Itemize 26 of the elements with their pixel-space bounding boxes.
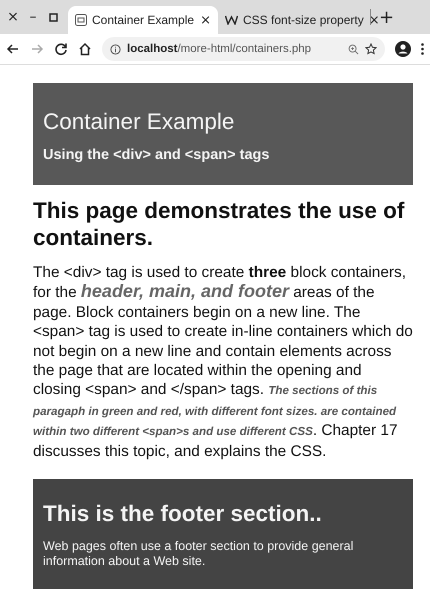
url-text: localhost/more-html/containers.php: [127, 43, 312, 55]
tab-close-button[interactable]: ×: [200, 12, 211, 28]
browser-tab[interactable]: Container Example ×: [68, 6, 218, 34]
profile-icon[interactable]: [395, 41, 411, 57]
info-icon: [110, 44, 121, 54]
footer-text: Web pages often use a footer section to provide general information about a Web site.: [43, 539, 354, 570]
menu-icon[interactable]: [421, 43, 424, 55]
page-heading: This page demonstrates the use of containers.: [33, 197, 406, 251]
minimize-button[interactable]: –: [26, 9, 40, 25]
address-bar[interactable]: localhost/more-html/containers.php: [102, 37, 385, 61]
reload-icon[interactable]: [54, 42, 68, 56]
home-icon[interactable]: [78, 42, 92, 56]
back-icon[interactable]: [6, 42, 20, 56]
footer-title: This is the footer section..: [43, 501, 323, 528]
close-button[interactable]: ×: [6, 9, 20, 25]
header-subtitle: Using the <div> and <span> tags: [43, 147, 270, 163]
tab-title: Container Example: [92, 13, 196, 27]
tab-title: CSS font-size property: [243, 13, 364, 27]
body-paragraph: The <div> tag is used to create three block containers, for the header, main, and footer areas of the page. Block containers begin on a new line. The <span> tag is used to create in-line containers which do not begin on a new line and contain elements across the page that are located within the opening and closing <span> and </span> tags. The sections of this paragaph in green and red, with different font sizes. are contained within two different <span>s and use different CSS. Chapter 17 discusses this topic, and explains the CSS.: [33, 263, 413, 462]
tab-close-button[interactable]: ×: [368, 12, 380, 28]
star-icon[interactable]: [365, 43, 377, 55]
header-title: Container Example: [43, 109, 236, 135]
page-icon: [75, 14, 87, 26]
w-icon: [225, 15, 238, 25]
zoom-icon[interactable]: [348, 44, 359, 54]
maximize-icon: [48, 12, 58, 22]
